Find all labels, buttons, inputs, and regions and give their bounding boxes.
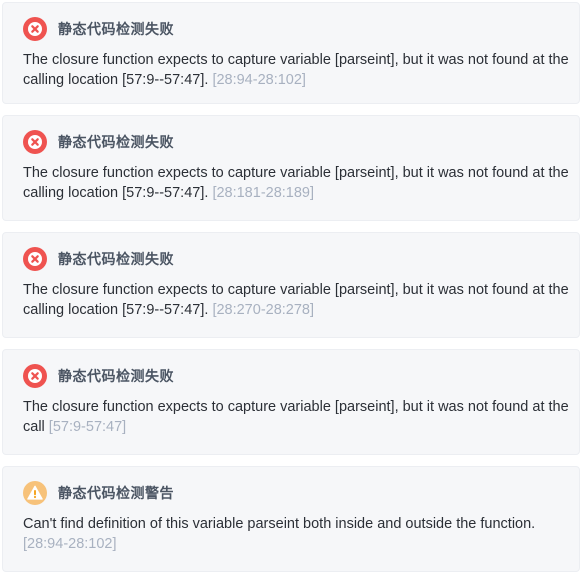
location-reference: [28:94-28:102] [212, 72, 306, 88]
error-card: 静态代码检测失败 The closure function expects to… [2, 2, 580, 104]
error-card: 静态代码检测失败 The closure function expects to… [2, 349, 580, 455]
warning-exclamation-icon [23, 481, 47, 505]
card-header: 静态代码检测失败 [23, 129, 174, 155]
error-x-icon [23, 247, 47, 271]
card-title: 静态代码检测失败 [58, 251, 174, 267]
error-x-icon [23, 364, 47, 388]
card-message: The closure function expects to capture … [23, 163, 571, 203]
location-reference: [28:270-28:278] [212, 302, 315, 318]
card-message: The closure function expects to capture … [23, 397, 571, 437]
error-x-icon [23, 130, 47, 154]
error-x-icon [23, 17, 47, 41]
card-message: The closure function expects to capture … [23, 50, 571, 90]
error-card: 静态代码检测失败 The closure function expects to… [2, 232, 580, 338]
card-header: 静态代码检测失败 [23, 16, 174, 42]
error-card: 静态代码检测失败 The closure function expects to… [2, 115, 580, 221]
card-title: 静态代码检测警告 [58, 485, 174, 501]
message-text: Can't find definition of this variable p… [23, 516, 536, 532]
card-header: 静态代码检测警告 [23, 480, 174, 506]
card-title: 静态代码检测失败 [58, 21, 174, 37]
location-reference: [57:9-57:47] [48, 419, 127, 435]
location-reference: [28:94-28:102] [23, 536, 117, 552]
card-message: Can't find definition of this variable p… [23, 514, 571, 554]
card-message: The closure function expects to capture … [23, 280, 571, 320]
location-reference: [28:181-28:189] [212, 185, 315, 201]
warning-card: 静态代码检测警告 Can't find definition of this v… [2, 466, 580, 572]
card-title: 静态代码检测失败 [58, 134, 174, 150]
card-header: 静态代码检测失败 [23, 246, 174, 272]
card-header: 静态代码检测失败 [23, 363, 174, 389]
card-title: 静态代码检测失败 [58, 368, 174, 384]
